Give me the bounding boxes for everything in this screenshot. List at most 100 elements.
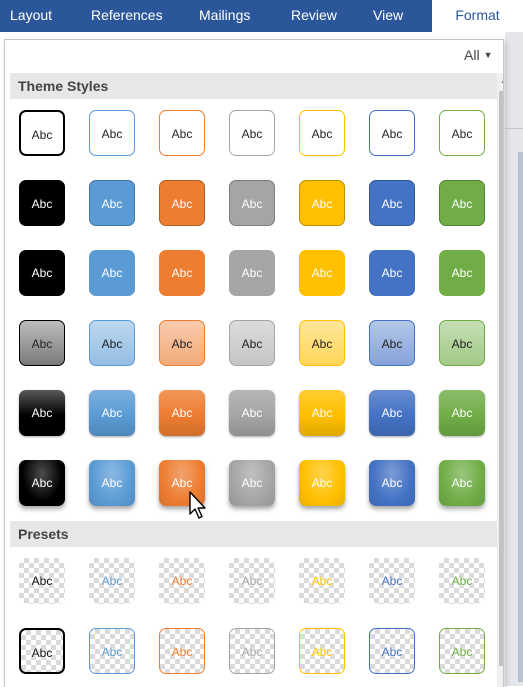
tile-label: Abc <box>101 406 123 420</box>
tile-label: Abc <box>451 197 473 211</box>
theme-style-filled-blue[interactable]: Abc <box>89 180 135 226</box>
tile-label: Abc <box>101 476 123 490</box>
gallery-scrollbar[interactable]: ▲ <box>497 73 503 687</box>
tile-label: Abc <box>241 476 263 490</box>
theme-style-light-gradient-blue[interactable]: Abc <box>89 320 135 366</box>
tile-label: Abc <box>171 406 193 420</box>
mouse-pointer-icon <box>189 491 206 519</box>
tile-label: Abc <box>31 406 53 420</box>
tab-references[interactable]: References <box>91 0 163 32</box>
tab-view[interactable]: View <box>373 0 403 32</box>
tile-label: Abc <box>451 574 473 588</box>
theme-style-filled-darkblue[interactable]: Abc <box>369 180 415 226</box>
tile-label: Abc <box>311 645 333 659</box>
tile-label: Abc <box>311 574 333 588</box>
theme-style-filled-no-border-darkblue[interactable]: Abc <box>369 250 415 296</box>
theme-style-outline-green[interactable]: Abc <box>439 110 485 156</box>
theme-style-light-gradient-black[interactable]: Abc <box>19 320 65 366</box>
theme-style-light-gradient-darkblue[interactable]: Abc <box>369 320 415 366</box>
theme-style-filled-gold[interactable]: Abc <box>299 180 345 226</box>
theme-style-bevel-blue[interactable]: Abc <box>89 460 135 506</box>
tile-label: Abc <box>381 574 403 588</box>
tile-label: Abc <box>101 574 123 588</box>
tile-label: Abc <box>381 406 403 420</box>
tile-label: Abc <box>31 476 53 490</box>
preset-transparent-darkblue[interactable]: Abc <box>369 558 415 604</box>
tile-label: Abc <box>31 266 53 280</box>
theme-style-outline-blue[interactable]: Abc <box>89 110 135 156</box>
tile-label: Abc <box>381 337 403 351</box>
theme-style-outline-gold[interactable]: Abc <box>299 110 345 156</box>
theme-style-outline-darkblue[interactable]: Abc <box>369 110 415 156</box>
scroll-thumb[interactable] <box>499 91 503 666</box>
tile-label: Abc <box>101 337 123 351</box>
tile-label: Abc <box>311 406 333 420</box>
document-background <box>505 32 523 686</box>
tile-label: Abc <box>381 127 403 141</box>
tile-label: Abc <box>171 127 193 141</box>
preset-transparent-gray[interactable]: Abc <box>229 558 275 604</box>
theme-style-filled-no-border-blue[interactable]: Abc <box>89 250 135 296</box>
tab-format[interactable]: Format <box>432 0 523 32</box>
tile-label: Abc <box>171 197 193 211</box>
filter-dropdown[interactable]: All ▼ <box>464 47 492 63</box>
theme-style-filled-orange[interactable]: Abc <box>159 180 205 226</box>
theme-style-filled-no-border-black[interactable]: Abc <box>19 250 65 296</box>
theme-style-outline-orange[interactable]: Abc <box>159 110 205 156</box>
tile-label: Abc <box>451 127 473 141</box>
theme-style-gradient-green[interactable]: Abc <box>439 390 485 436</box>
tile-label: Abc <box>311 127 333 141</box>
theme-style-filled-gray[interactable]: Abc <box>229 180 275 226</box>
presets-header: Presets <box>10 521 497 547</box>
tile-label: Abc <box>311 197 333 211</box>
theme-style-gradient-orange[interactable]: Abc <box>159 390 205 436</box>
theme-style-bevel-darkblue[interactable]: Abc <box>369 460 415 506</box>
tile-label: Abc <box>451 645 473 659</box>
tile-label: Abc <box>241 127 263 141</box>
theme-style-light-gradient-orange[interactable]: Abc <box>159 320 205 366</box>
preset-transparent-outline-black[interactable]: Abc <box>19 628 65 674</box>
theme-style-bevel-gray[interactable]: Abc <box>229 460 275 506</box>
theme-style-outline-gray[interactable]: Abc <box>229 110 275 156</box>
gallery-top-bar: All ▼ <box>5 40 503 72</box>
tile-label: Abc <box>241 406 263 420</box>
preset-transparent-outline-gold[interactable]: Abc <box>299 628 345 674</box>
preset-transparent-black[interactable]: Abc <box>19 558 65 604</box>
tab-review[interactable]: Review <box>291 0 337 32</box>
theme-style-filled-no-border-gray[interactable]: Abc <box>229 250 275 296</box>
theme-style-filled-black[interactable]: Abc <box>19 180 65 226</box>
theme-style-filled-no-border-green[interactable]: Abc <box>439 250 485 296</box>
tab-layout[interactable]: Layout <box>10 0 52 32</box>
theme-style-gradient-gold[interactable]: Abc <box>299 390 345 436</box>
preset-transparent-orange[interactable]: Abc <box>159 558 205 604</box>
theme-style-filled-no-border-gold[interactable]: Abc <box>299 250 345 296</box>
theme-style-light-gradient-gray[interactable]: Abc <box>229 320 275 366</box>
tile-label: Abc <box>451 476 473 490</box>
scroll-up-arrow-icon[interactable]: ▲ <box>497 73 503 89</box>
tile-label: Abc <box>381 266 403 280</box>
theme-style-filled-no-border-orange[interactable]: Abc <box>159 250 205 296</box>
theme-style-gradient-blue[interactable]: Abc <box>89 390 135 436</box>
theme-style-bevel-green[interactable]: Abc <box>439 460 485 506</box>
preset-transparent-outline-blue[interactable]: Abc <box>89 628 135 674</box>
tile-label: Abc <box>31 197 53 211</box>
theme-style-bevel-gold[interactable]: Abc <box>299 460 345 506</box>
theme-style-light-gradient-gold[interactable]: Abc <box>299 320 345 366</box>
tab-mailings[interactable]: Mailings <box>199 0 250 32</box>
preset-transparent-outline-orange[interactable]: Abc <box>159 628 205 674</box>
tile-label: Abc <box>171 337 193 351</box>
preset-transparent-green[interactable]: Abc <box>439 558 485 604</box>
preset-transparent-outline-green[interactable]: Abc <box>439 628 485 674</box>
theme-style-gradient-black[interactable]: Abc <box>19 390 65 436</box>
preset-transparent-blue[interactable]: Abc <box>89 558 135 604</box>
theme-style-bevel-black[interactable]: Abc <box>19 460 65 506</box>
theme-style-light-gradient-green[interactable]: Abc <box>439 320 485 366</box>
preset-transparent-outline-darkblue[interactable]: Abc <box>369 628 415 674</box>
tile-label: Abc <box>101 197 123 211</box>
theme-style-gradient-darkblue[interactable]: Abc <box>369 390 415 436</box>
theme-style-gradient-gray[interactable]: Abc <box>229 390 275 436</box>
preset-transparent-outline-gray[interactable]: Abc <box>229 628 275 674</box>
theme-style-outline-black[interactable]: Abc <box>19 110 65 156</box>
theme-style-filled-green[interactable]: Abc <box>439 180 485 226</box>
preset-transparent-gold[interactable]: Abc <box>299 558 345 604</box>
